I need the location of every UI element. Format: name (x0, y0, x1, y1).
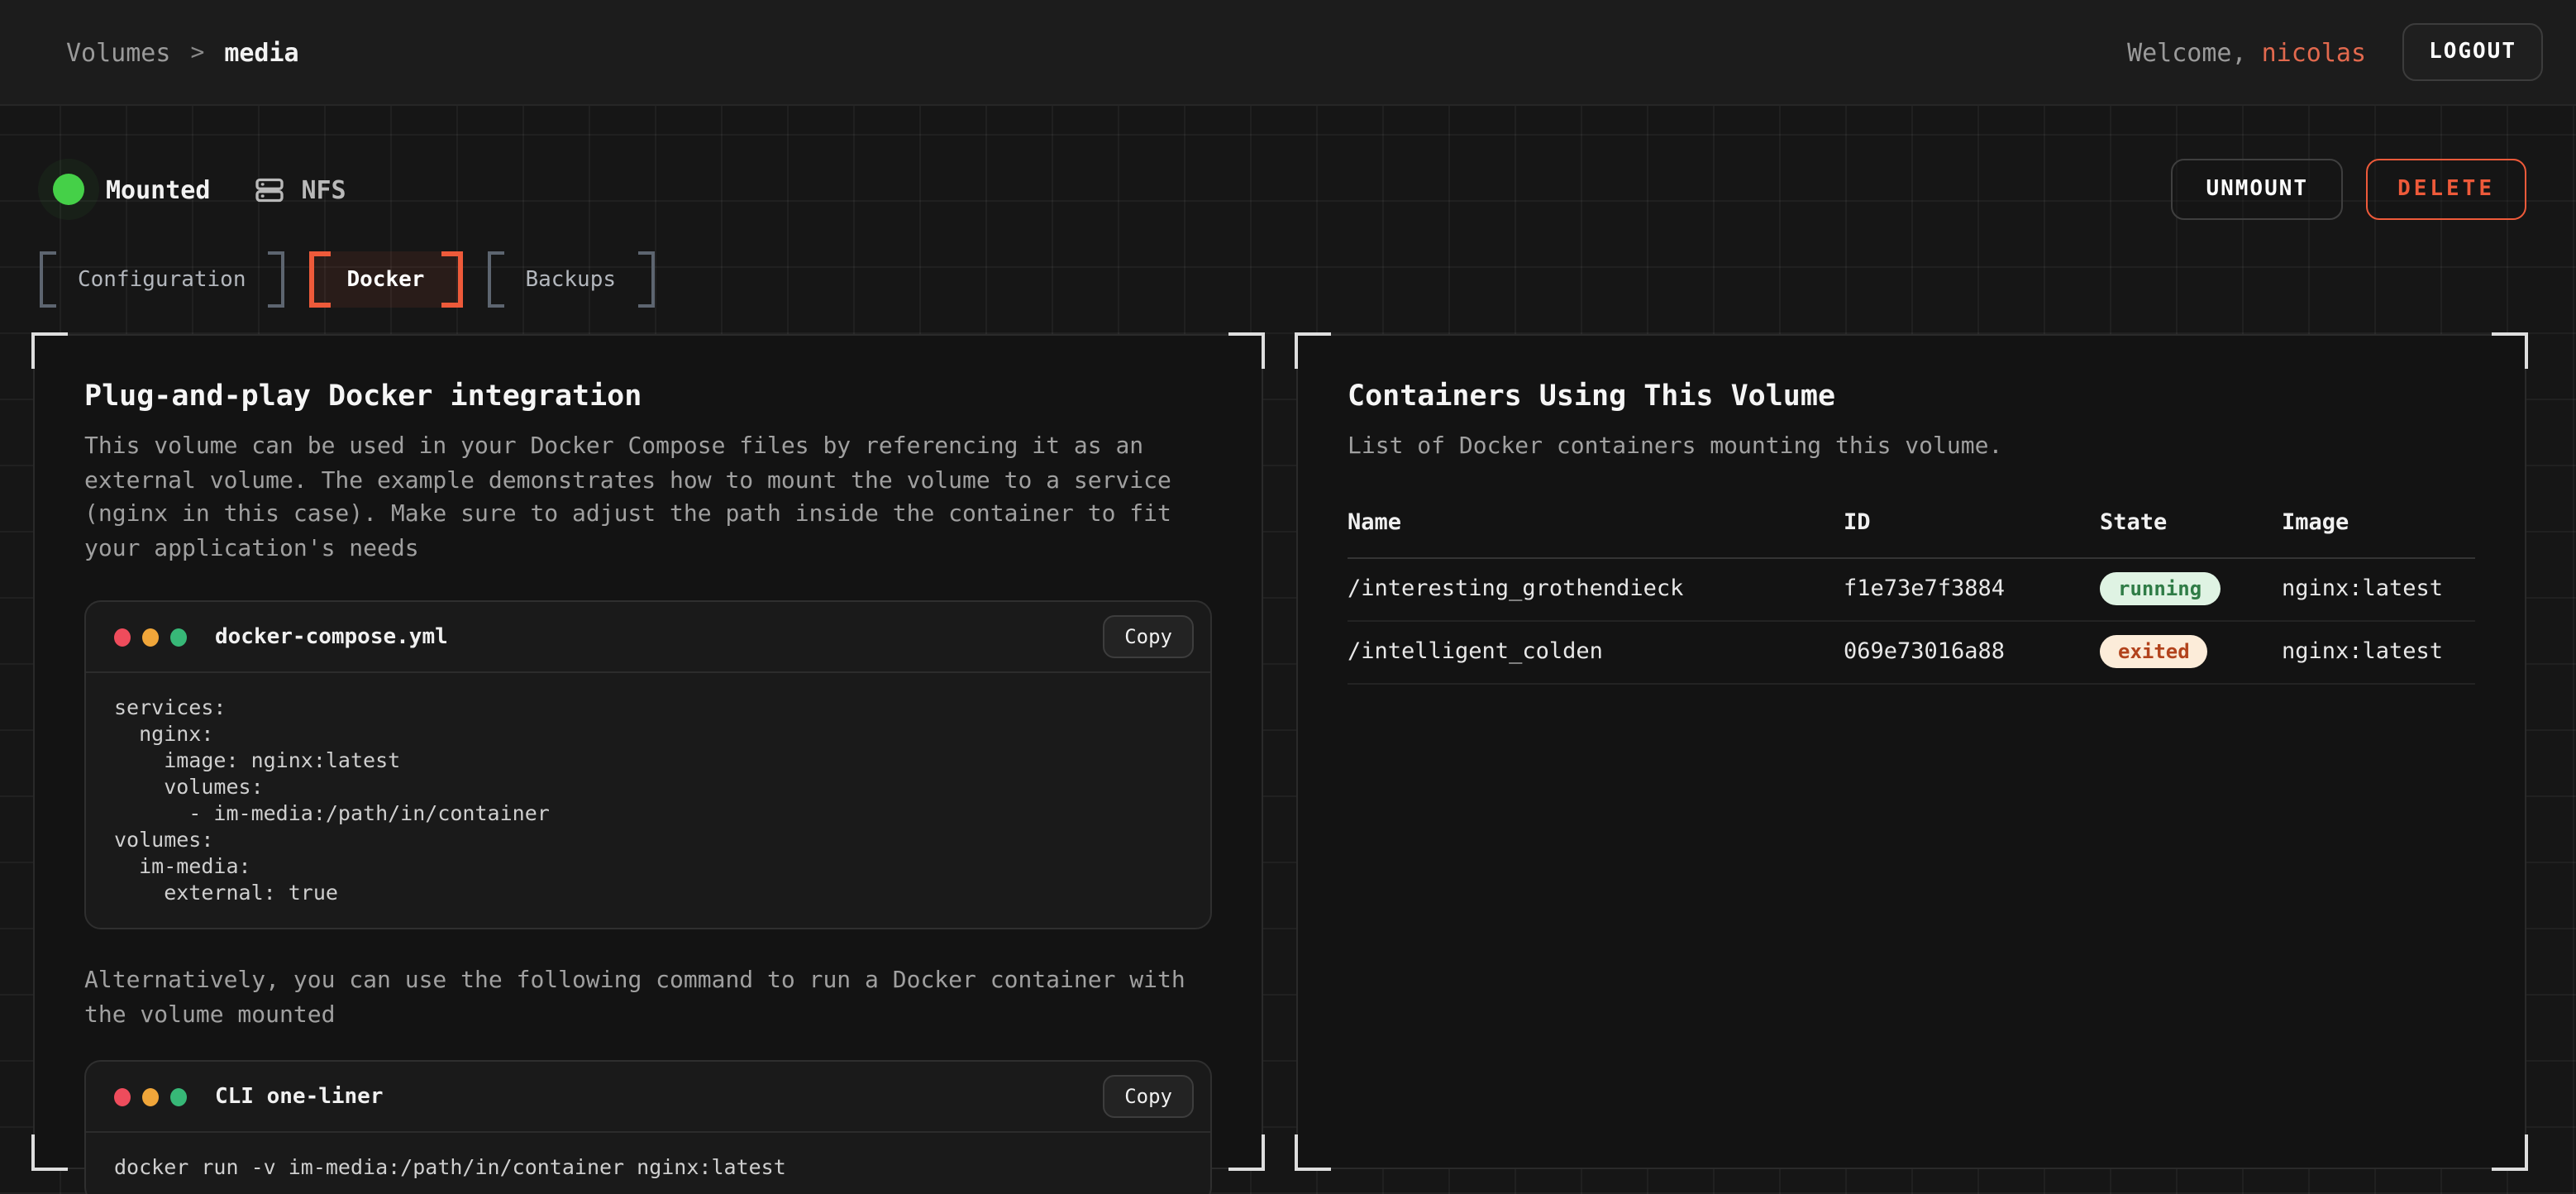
column-header-image: Image (2282, 509, 2475, 535)
container-id: f1e73e7f3884 (1844, 576, 2100, 602)
app-root: Volumes > media Welcome, nicolas LOGOUT … (0, 0, 2576, 1194)
cli-code-header: CLI one-liner Copy (86, 1063, 1210, 1134)
traffic-lights-icon (114, 628, 187, 647)
top-bar: Volumes > media Welcome, nicolas LOGOUT (0, 0, 2576, 106)
unmount-button[interactable]: UNMOUNT (2171, 159, 2343, 220)
cli-code-block: CLI one-liner Copy docker run -v im-medi… (84, 1061, 1212, 1194)
breadcrumb-volumes-link[interactable]: Volumes (66, 37, 170, 67)
panel-corner-icon (1295, 1134, 1331, 1171)
docker-panel-title: Plug-and-play Docker integration (84, 380, 1212, 413)
username: nicolas (2262, 37, 2366, 67)
compose-filename: docker-compose.yml (215, 625, 448, 650)
container-id: 069e73016a88 (1844, 638, 2100, 665)
filesystem-type-label: NFS (301, 174, 346, 204)
traffic-red-icon (114, 1088, 131, 1106)
panel-corner-icon (1228, 332, 1265, 369)
column-header-state: State (2100, 509, 2282, 535)
traffic-yellow-icon (142, 628, 159, 647)
column-header-name: Name (1348, 509, 1844, 535)
table-row: /intelligent_colden 069e73016a88 exited … (1348, 621, 2475, 684)
cli-copy-button[interactable]: Copy (1103, 1076, 1194, 1119)
panel-corner-icon (31, 332, 68, 369)
docker-panel-description: This volume can be used in your Docker C… (84, 430, 1212, 566)
traffic-lights-icon (114, 1088, 187, 1106)
container-name: /intelligent_colden (1348, 638, 1844, 665)
welcome-prefix: Welcome, (2127, 37, 2247, 67)
delete-button[interactable]: DELETE (2366, 159, 2526, 220)
container-image: nginx:latest (2282, 576, 2475, 602)
compose-code-block: docker-compose.yml Copy services: nginx:… (84, 601, 1212, 930)
compose-copy-button[interactable]: Copy (1103, 616, 1194, 659)
panel-corner-icon (1295, 332, 1331, 369)
chevron-right-icon: > (190, 39, 204, 65)
panel-corner-icon (31, 1134, 68, 1171)
panel-corner-icon (2492, 332, 2528, 369)
content-area: Mounted NFS UNMOUNT DELETE Configuration… (0, 106, 2576, 1194)
column-header-id: ID (1844, 509, 2100, 535)
docker-integration-panel: Plug-and-play Docker integration This vo… (33, 334, 1263, 1169)
state-badge: running (2100, 572, 2220, 605)
table-row: /interesting_grothendieck f1e73e7f3884 r… (1348, 558, 2475, 621)
containers-panel-subtitle: List of Docker containers mounting this … (1348, 430, 2475, 464)
containers-table-header: Name ID State Image (1348, 509, 2475, 558)
tab-backups[interactable]: Backups (487, 251, 654, 308)
state-badge: exited (2100, 635, 2208, 668)
container-state: exited (2100, 635, 2282, 668)
container-image: nginx:latest (2282, 638, 2475, 665)
mounted-status-label: Mounted (106, 174, 210, 204)
traffic-green-icon (170, 628, 187, 647)
containers-panel: Containers Using This Volume List of Doc… (1296, 334, 2526, 1169)
panel-corner-icon (2492, 1134, 2528, 1171)
container-name: /interesting_grothendieck (1348, 576, 1844, 602)
tab-bar: Configuration Docker Backups (33, 251, 2526, 308)
filesystem-type: NFS (253, 173, 346, 206)
compose-code: services: nginx: image: nginx:latest vol… (86, 674, 1210, 929)
traffic-yellow-icon (142, 1088, 159, 1106)
cli-code: docker run -v im-media:/path/in/containe… (86, 1134, 1210, 1194)
tab-configuration[interactable]: Configuration (40, 251, 284, 308)
tab-docker[interactable]: Docker (309, 251, 463, 308)
breadcrumb: Volumes > media (66, 37, 299, 67)
mounted-status-dot-icon (53, 174, 84, 205)
logout-button[interactable]: LOGOUT (2402, 23, 2543, 81)
server-icon (253, 173, 286, 206)
compose-code-header: docker-compose.yml Copy (86, 603, 1210, 674)
panels-row: Plug-and-play Docker integration This vo… (33, 334, 2526, 1169)
container-state: running (2100, 572, 2282, 605)
breadcrumb-current-volume: media (224, 37, 298, 67)
cli-note: Alternatively, you can use the following… (84, 965, 1212, 1033)
top-bar-right: Welcome, nicolas LOGOUT (2127, 23, 2543, 81)
panel-corner-icon (1228, 1134, 1265, 1171)
cli-filename: CLI one-liner (215, 1085, 384, 1110)
containers-table: Name ID State Image /interesting_grothen… (1348, 509, 2475, 684)
traffic-red-icon (114, 628, 131, 647)
welcome-text: Welcome, nicolas (2127, 37, 2366, 67)
containers-panel-title: Containers Using This Volume (1348, 380, 2475, 413)
traffic-green-icon (170, 1088, 187, 1106)
status-row: Mounted NFS UNMOUNT DELETE (33, 159, 2526, 220)
